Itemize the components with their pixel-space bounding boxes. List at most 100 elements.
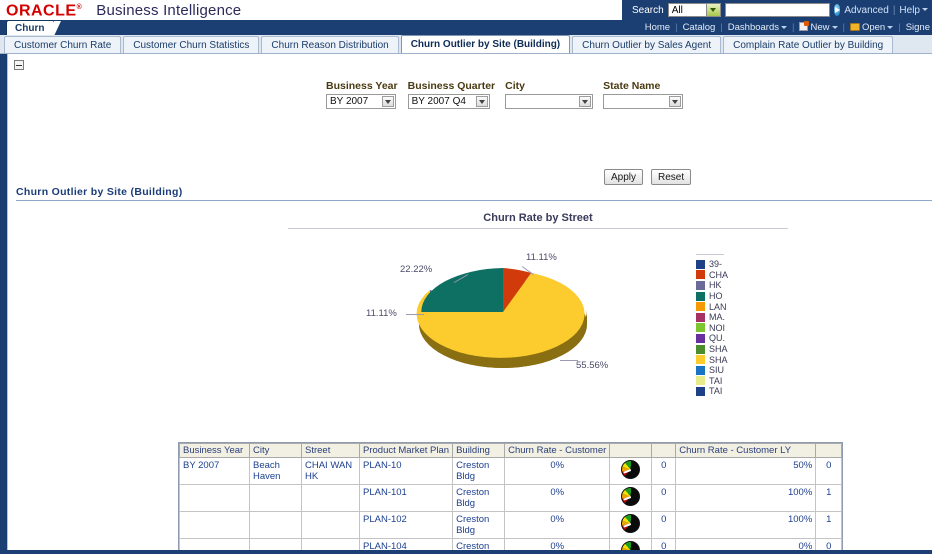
dashboard-tab-churn[interactable]: Churn xyxy=(6,20,62,36)
section-divider xyxy=(16,200,932,201)
nav-signed-in-as[interactable]: Signe xyxy=(906,22,930,33)
table-header-row: Business Year City Street Product Market… xyxy=(179,443,843,458)
business-year-value: BY 2007 xyxy=(330,96,369,107)
col-building[interactable]: Building xyxy=(452,443,506,458)
col-count[interactable] xyxy=(651,443,677,458)
results-table: Business Year City Street Product Market… xyxy=(179,443,843,550)
col-product-market-plan[interactable]: Product Market Plan xyxy=(358,443,454,458)
apply-button[interactable]: Apply xyxy=(604,169,644,185)
collapse-section-icon[interactable] xyxy=(14,60,24,70)
chevron-down-icon[interactable] xyxy=(669,96,682,107)
table-row: PLAN-102 Creston Bldg 0% 0 100% 1 xyxy=(179,511,843,539)
prompt-city: City xyxy=(505,80,594,109)
cell-gauge xyxy=(609,457,653,485)
cell-building[interactable]: Creston Bldg xyxy=(452,457,506,485)
tab-churn-reason-distribution[interactable]: Churn Reason Distribution xyxy=(261,36,399,53)
cell-count-ly: 1 xyxy=(815,484,843,512)
help-link[interactable]: Help xyxy=(899,5,928,16)
search-scope-select[interactable]: All xyxy=(667,3,721,17)
legend-label: SIU xyxy=(709,365,725,376)
legend-swatch-icon xyxy=(696,355,705,365)
legend-label: MA. xyxy=(709,312,726,323)
legend-label: 39- xyxy=(709,259,723,270)
chevron-down-icon[interactable] xyxy=(475,96,488,107)
legend-item[interactable]: LAN xyxy=(696,301,932,312)
nav-home[interactable]: Home xyxy=(645,22,670,33)
tab-customer-churn-statistics[interactable]: Customer Churn Statistics xyxy=(123,36,260,53)
col-city[interactable]: City xyxy=(249,443,302,458)
legend-swatch-icon xyxy=(696,312,705,322)
pie-label-purple: 11.11% xyxy=(366,308,397,319)
search-go-icon[interactable] xyxy=(833,4,841,16)
business-year-select[interactable]: BY 2007 xyxy=(326,94,396,109)
prompt-label-state-name: State Name xyxy=(603,80,661,92)
search-input[interactable] xyxy=(724,3,830,17)
nav-open[interactable]: Open xyxy=(849,22,894,33)
nav-new[interactable]: New xyxy=(799,21,838,33)
new-page-icon xyxy=(799,21,810,31)
cell-building[interactable]: Creston Bldg xyxy=(452,484,506,512)
chevron-down-icon[interactable] xyxy=(579,96,592,107)
nav-dashboards[interactable]: Dashboards xyxy=(728,22,788,33)
tab-customer-churn-rate[interactable]: Customer Churn Rate xyxy=(4,36,122,53)
legend-item[interactable]: SIU xyxy=(696,365,932,376)
cell-plan[interactable]: PLAN-104 xyxy=(358,538,454,550)
business-quarter-select[interactable]: BY 2007 Q4 xyxy=(407,94,490,109)
legend-item[interactable]: 39- xyxy=(696,259,932,270)
cell-business-year xyxy=(179,484,250,512)
col-churn-rate-customer-ly[interactable]: Churn Rate - Customer LY xyxy=(675,443,817,458)
chevron-down-icon[interactable] xyxy=(705,4,720,16)
cell-building[interactable]: Creston Bldg xyxy=(452,511,506,539)
cell-building[interactable]: Creston Bldg xyxy=(452,538,506,550)
table-body: BY 2007 Beach Haven CHAI WAN HK PLAN-10 … xyxy=(179,457,843,550)
col-count-ly[interactable] xyxy=(815,443,843,458)
tab-churn-outlier-by-sales-agent[interactable]: Churn Outlier by Sales Agent xyxy=(572,36,722,53)
cell-count-ly: 0 xyxy=(815,457,843,485)
pie-graphic[interactable]: 11.11% 55.56% 11.11% 22.22% xyxy=(366,248,608,378)
legend-item[interactable]: SHA xyxy=(696,344,932,355)
state-name-select[interactable] xyxy=(603,94,684,109)
legend-item[interactable]: NOI xyxy=(696,323,932,334)
legend-item[interactable]: HK xyxy=(696,280,932,291)
cell-city xyxy=(249,484,302,512)
cell-business-year: BY 2007 xyxy=(179,457,250,485)
legend-item[interactable]: SHA xyxy=(696,354,932,365)
legend-item[interactable]: TAI xyxy=(696,376,932,387)
legend-swatch-icon xyxy=(696,386,705,396)
legend-swatch-icon xyxy=(696,302,705,312)
legend-item[interactable]: CHA xyxy=(696,270,932,281)
legend-swatch-icon xyxy=(696,280,705,290)
prompt-state-name: State Name xyxy=(603,80,684,109)
tab-complain-rate-outlier-by-building[interactable]: Complain Rate Outlier by Building xyxy=(723,36,894,53)
legend-swatch-icon xyxy=(696,344,705,354)
legend-item[interactable]: QU. xyxy=(696,333,932,344)
col-business-year[interactable]: Business Year xyxy=(179,443,250,458)
city-select[interactable] xyxy=(505,94,594,109)
chart-title: Churn Rate by Street xyxy=(483,212,593,224)
advanced-search-link[interactable]: Advanced xyxy=(844,5,888,16)
legend-item[interactable]: MA. xyxy=(696,312,932,323)
nav-catalog[interactable]: Catalog xyxy=(683,22,716,33)
cell-street xyxy=(301,511,360,539)
legend-item[interactable]: HO xyxy=(696,291,932,302)
legend-item[interactable]: TAI xyxy=(696,386,932,397)
chart-legend: 39- CHA HK HO LAN MA. NOI QU. SHA SHA SI… xyxy=(696,254,932,397)
col-churn-rate-customer[interactable]: Churn Rate - Customer xyxy=(504,443,611,458)
pie-label-orange: 11.11% xyxy=(526,252,557,263)
cell-plan[interactable]: PLAN-101 xyxy=(358,484,454,512)
cell-count: 0 xyxy=(651,538,677,550)
cell-plan[interactable]: PLAN-10 xyxy=(358,457,454,485)
col-street[interactable]: Street xyxy=(301,443,360,458)
cell-plan[interactable]: PLAN-102 xyxy=(358,511,454,539)
prompt-business-year: Business Year BY 2007 xyxy=(326,80,398,109)
reset-button[interactable]: Reset xyxy=(651,169,692,185)
pie-svg xyxy=(416,268,587,368)
cell-rate: 0% xyxy=(504,511,611,539)
gauge-icon xyxy=(621,541,641,550)
cell-count: 0 xyxy=(651,484,677,512)
pie-label-yellow: 55.56% xyxy=(576,360,609,371)
chevron-down-icon[interactable] xyxy=(382,96,394,107)
col-gauge[interactable] xyxy=(609,443,653,458)
tab-churn-outlier-by-site[interactable]: Churn Outlier by Site (Building) xyxy=(400,35,571,53)
gauge-icon xyxy=(621,460,641,479)
